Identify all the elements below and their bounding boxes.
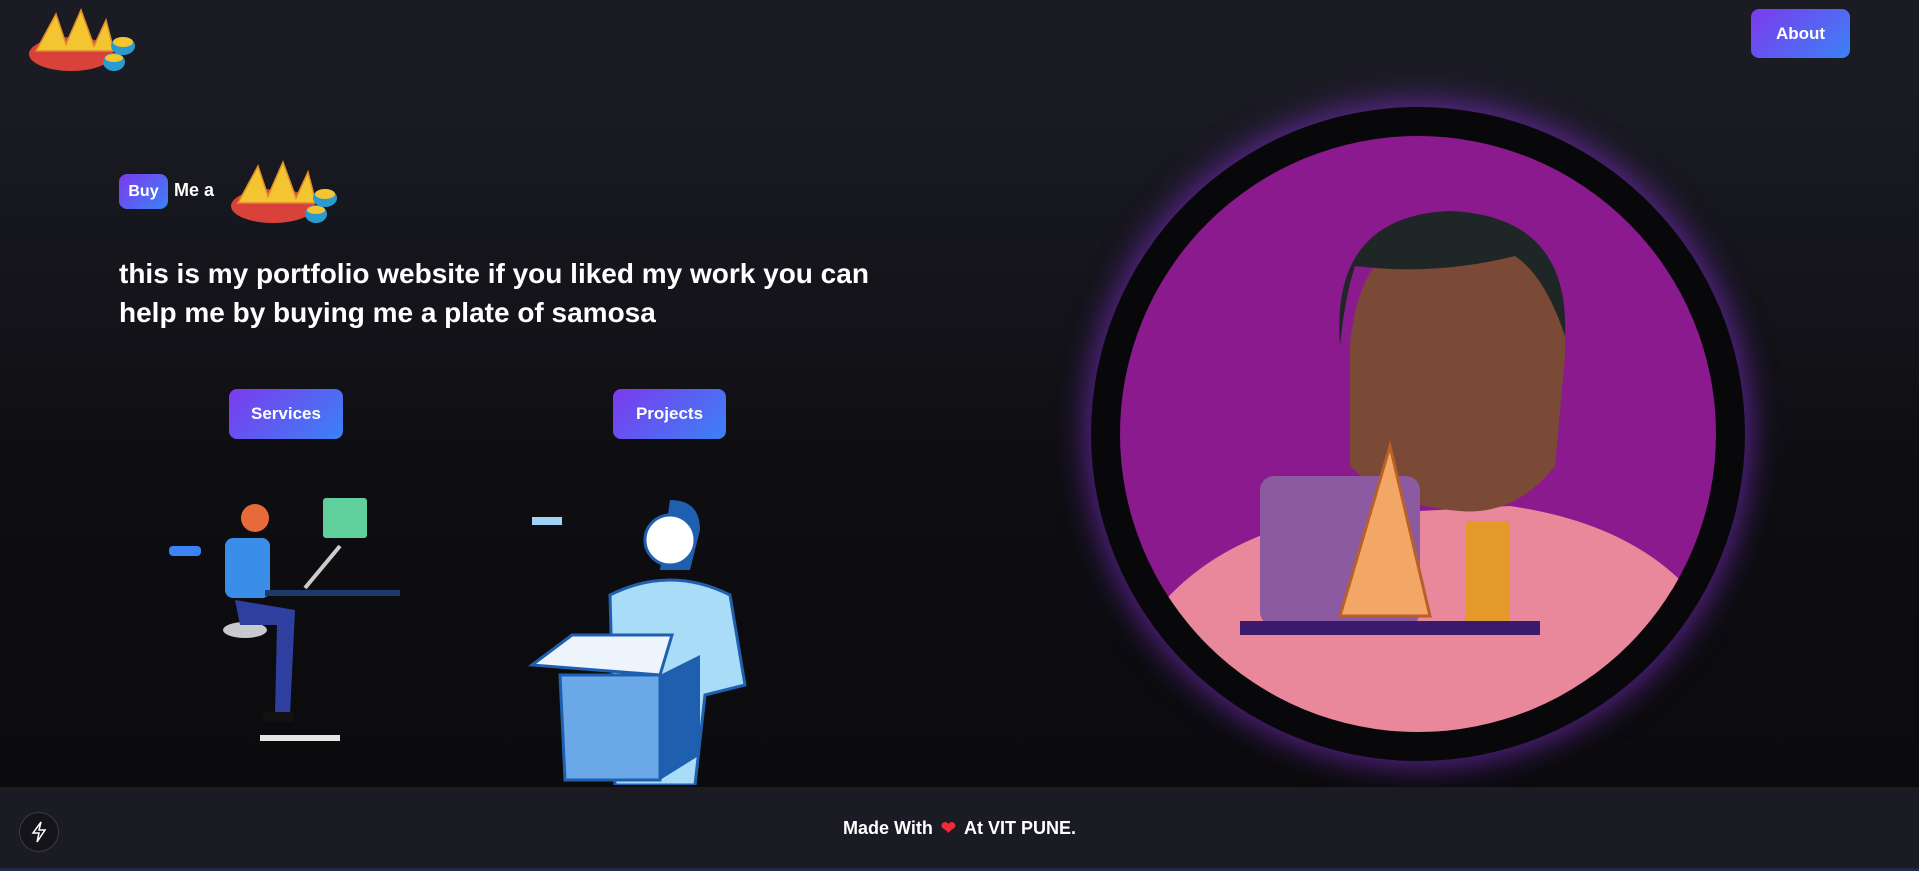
delivery-illustration <box>520 495 785 790</box>
profile-avatar-frame <box>1091 107 1745 761</box>
hero-headline: this is my portfolio website if you like… <box>119 258 869 328</box>
buy-badge: Buy <box>119 174 168 209</box>
services-button[interactable]: Services <box>229 389 343 439</box>
samosa-logo-icon[interactable] <box>26 6 138 79</box>
header: About <box>0 0 1919 79</box>
made-with-text: Made With <box>843 818 933 838</box>
samosa-icon <box>228 158 340 231</box>
projects-button[interactable]: Projects <box>613 389 726 439</box>
footer-credit: Made With ❤ At VIT PUNE. <box>0 818 1919 839</box>
location-text: At VIT PUNE. <box>963 818 1076 838</box>
developer-illustration <box>165 490 405 760</box>
me-a-text: Me a <box>174 180 215 200</box>
about-button[interactable]: About <box>1751 9 1850 58</box>
profile-photo <box>1120 136 1716 732</box>
heart-icon: ❤ <box>940 818 956 838</box>
